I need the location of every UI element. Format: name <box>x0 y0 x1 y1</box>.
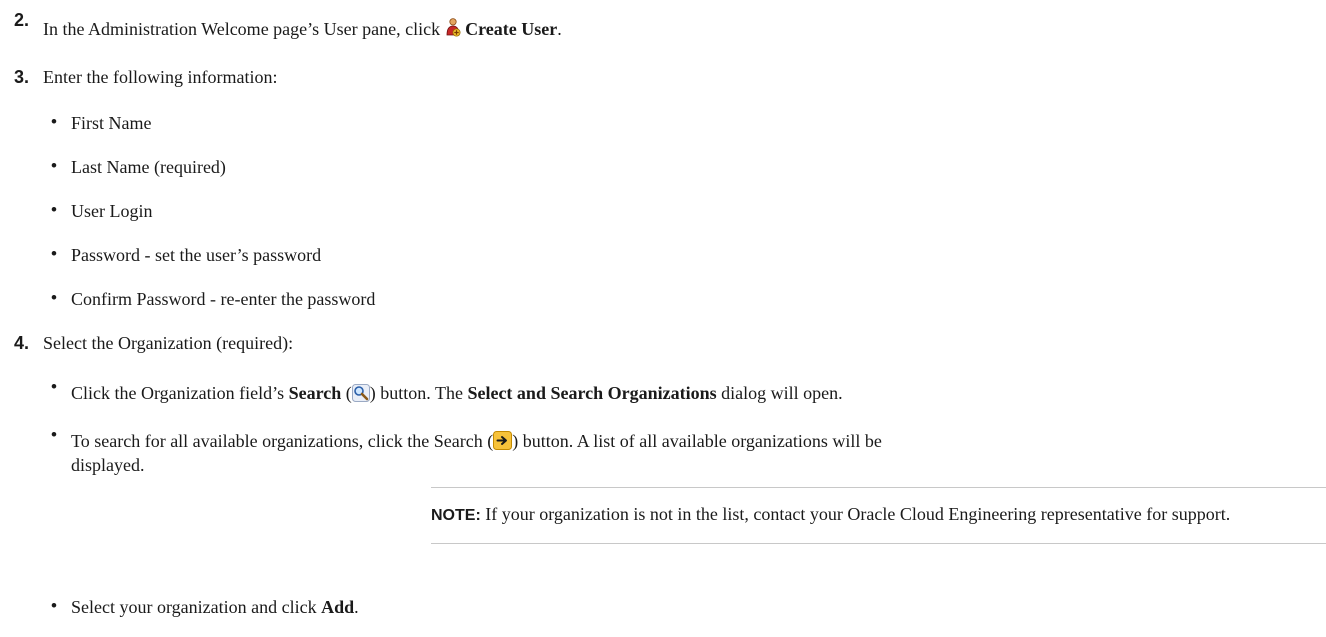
list-item: User Login <box>71 201 153 221</box>
arrow-right-icon <box>493 431 513 455</box>
note-bottom-divider <box>431 543 1326 544</box>
bullet-icon: • <box>51 377 57 396</box>
note-block: NOTE: If your organization is not in the… <box>431 503 1230 527</box>
note-label: NOTE: <box>431 507 481 524</box>
bullet-icon: • <box>51 244 57 263</box>
bullet-icon: • <box>51 425 57 444</box>
bullet-icon: • <box>51 200 57 219</box>
step-number-2: 2. <box>14 10 30 30</box>
list-item: Password - set the user’s password <box>71 245 322 265</box>
list-item: First Name <box>71 113 152 133</box>
note-top-divider <box>431 487 1326 488</box>
step-number-3: 3. <box>14 67 30 87</box>
list-item: Confirm Password - re-enter the password <box>71 289 376 309</box>
select-search-org-label: Select and Search Organizations <box>467 383 717 403</box>
sub-step-select-add: Select your organization and click Add. <box>71 597 359 617</box>
bullet-icon: • <box>51 112 57 131</box>
note-text: If your organization is not in the list,… <box>480 504 1231 524</box>
bullet-icon: • <box>51 596 57 615</box>
step-2-text-before: In the Administration Welcome page’s Use… <box>43 19 445 39</box>
search-label: Search <box>288 383 342 403</box>
create-user-label: Create User <box>465 19 558 39</box>
add-label: Add <box>321 597 355 617</box>
sub-step-search-all: To search for all available organization… <box>71 430 882 455</box>
sub-step-search-org: Click the Organization field’s Search ()… <box>71 382 843 407</box>
list-item: Last Name (required) <box>71 157 226 177</box>
create-user-icon <box>445 18 461 43</box>
sub-step-search-all-cont: displayed. <box>71 455 145 475</box>
step-number-4: 4. <box>14 333 30 353</box>
bullet-icon: • <box>51 288 57 307</box>
step-3-text: Enter the following information: <box>43 67 278 87</box>
step-4-text: Select the Organization (required): <box>43 333 294 353</box>
step-2-text: In the Administration Welcome page’s Use… <box>43 18 562 43</box>
magnifier-icon <box>351 384 370 407</box>
bullet-icon: • <box>51 156 57 175</box>
